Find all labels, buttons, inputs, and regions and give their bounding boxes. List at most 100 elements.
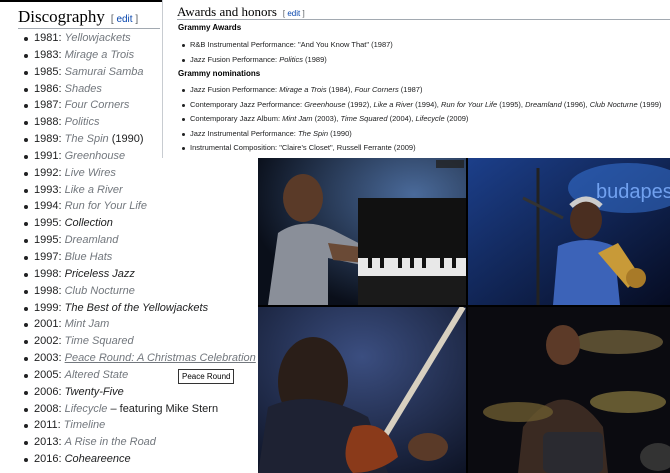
awards-edit-link[interactable]: edit xyxy=(287,9,300,18)
album-title-link[interactable]: The Best of the Yellowjackets xyxy=(65,302,209,314)
stage-sign: budapest j xyxy=(596,181,670,203)
album-note: (1990) xyxy=(108,133,144,146)
awards-underline xyxy=(177,19,670,20)
album-link[interactable]: Run for Your Life xyxy=(441,100,497,109)
award-text: (2009) xyxy=(444,114,469,124)
album-title-link[interactable]: Run for Your Life xyxy=(65,200,147,212)
album-title-link[interactable]: The Spin xyxy=(65,133,109,145)
award-text: Jazz Fusion Performance: xyxy=(190,85,280,94)
album-title-link[interactable]: Greenhouse xyxy=(65,150,126,162)
album-item: 1998: Priceless Jazz xyxy=(24,266,256,283)
album-title-link[interactable]: Mirage a Trois xyxy=(65,49,134,61)
award-text: (1992), xyxy=(345,99,374,109)
album-item: 2011: Timeline xyxy=(24,417,256,434)
album-title-link[interactable]: Samurai Samba xyxy=(65,66,144,78)
nomination-item: Instrumental Composition: "Claire's Clos… xyxy=(182,141,661,156)
album-title-link[interactable]: Lifecycle xyxy=(65,403,108,415)
award-text: R&B Instrumental Performance: "And You K… xyxy=(190,40,393,49)
album-link[interactable]: Like a River xyxy=(373,100,413,109)
nomination-item: Contemporary Jazz Performance: Greenhous… xyxy=(182,98,661,113)
album-title-link[interactable]: Mint Jam xyxy=(65,318,110,330)
grammy-awards-heading: Grammy Awards xyxy=(178,23,242,32)
album-title-link[interactable]: Altered State xyxy=(65,369,129,381)
discography-heading: Discography [ edit ] xyxy=(18,7,138,27)
album-link[interactable]: The Spin xyxy=(298,129,328,138)
award-item: Jazz Fusion Performance: Politics (1989) xyxy=(182,53,393,68)
award-text: (1999) xyxy=(637,99,662,109)
nomination-item: Jazz Instrumental Performance: The Spin … xyxy=(182,127,661,142)
link-tooltip: Peace Round xyxy=(178,369,235,384)
album-item: 2016: Coheareence xyxy=(24,451,256,468)
album-link[interactable]: Politics xyxy=(279,55,303,64)
album-title-link[interactable]: Shades xyxy=(65,83,102,95)
album-year: 1989 xyxy=(34,133,59,146)
awards-heading: Awards and honors [ edit ] xyxy=(177,4,305,20)
album-year: 2016 xyxy=(34,453,59,466)
album-link[interactable]: Mirage a Trois xyxy=(279,85,326,94)
award-text: (2003), xyxy=(312,114,341,124)
album-title-link[interactable]: Peace Round: A Christmas Celebration xyxy=(65,352,256,364)
album-link[interactable]: Time Squared xyxy=(340,114,387,123)
album-item: 2006: Twenty-Five xyxy=(24,384,256,401)
album-item: 1994: Run for Your Life xyxy=(24,198,256,215)
award-text: Contemporary Jazz Performance: xyxy=(190,99,305,109)
award-text: (1994), xyxy=(413,99,441,109)
album-year: 1983 xyxy=(34,48,59,61)
album-title-link[interactable]: Club Nocturne xyxy=(65,285,135,297)
album-title-link[interactable]: Like a River xyxy=(65,184,123,196)
album-title-link[interactable]: Live Wires xyxy=(65,167,116,179)
top-border xyxy=(0,0,163,2)
band-photo-collage: budapest j xyxy=(258,158,670,473)
album-title-link[interactable]: Collection xyxy=(65,217,113,229)
award-item: R&B Instrumental Performance: "And You K… xyxy=(182,38,393,53)
album-title-link[interactable]: A Rise in the Road xyxy=(65,436,156,448)
album-year: 1988 xyxy=(34,116,59,129)
grammy-awards-list: R&B Instrumental Performance: "And You K… xyxy=(182,38,393,67)
album-link[interactable]: Lifecycle xyxy=(415,114,444,123)
discography-edit-link[interactable]: edit xyxy=(116,14,132,25)
album-item: 1995: Collection xyxy=(24,215,256,232)
album-title-link[interactable]: Timeline xyxy=(64,419,105,431)
heading-underline xyxy=(18,28,160,29)
album-link[interactable]: Mint Jam xyxy=(282,114,312,123)
discography-title: Discography xyxy=(18,7,105,26)
album-link[interactable]: Dreamland xyxy=(525,100,562,109)
grammy-nominations-heading: Grammy nominations xyxy=(178,69,261,78)
album-link[interactable]: Club Nocturne xyxy=(590,100,638,109)
award-text: (1996), xyxy=(561,99,590,109)
album-item: 2013: A Rise in the Road xyxy=(24,434,256,451)
album-year: 2006 xyxy=(34,385,59,398)
album-title-link[interactable]: Politics xyxy=(65,116,100,128)
album-title-link[interactable]: Priceless Jazz xyxy=(65,268,135,280)
awards-edit: [ edit ] xyxy=(282,9,305,18)
award-text: (1987) xyxy=(398,85,423,94)
award-text: Contemporary Jazz Album: xyxy=(190,114,283,124)
album-year: 1994 xyxy=(34,200,59,213)
album-year: 2011 xyxy=(34,419,58,432)
album-year: 2013 xyxy=(34,436,59,449)
album-year: 2003 xyxy=(34,352,59,365)
award-text: (1995), xyxy=(497,99,526,109)
album-item: 1993: Like a River xyxy=(24,182,256,199)
album-link[interactable]: Greenhouse xyxy=(304,100,345,109)
album-year: 1993 xyxy=(34,183,59,196)
album-title-link[interactable]: Blue Hats xyxy=(65,251,113,263)
album-title-link[interactable]: Four Corners xyxy=(65,99,130,111)
nomination-item: Contemporary Jazz Album: Mint Jam (2003)… xyxy=(182,112,661,127)
album-title-link[interactable]: Yellowjackets xyxy=(65,32,131,44)
award-text: (1984), xyxy=(326,85,355,94)
album-year: 1998 xyxy=(34,284,59,297)
photo-keyboardist xyxy=(258,158,466,305)
album-item: 2001: Mint Jam xyxy=(24,316,256,333)
album-title-link[interactable]: Coheareence xyxy=(65,453,131,465)
album-item: 1998: Club Nocturne xyxy=(24,283,256,300)
album-year: 1981 xyxy=(34,32,59,44)
album-title-link[interactable]: Dreamland xyxy=(65,234,119,246)
album-item: 1997: Blue Hats xyxy=(24,249,256,266)
album-title-link[interactable]: Time Squared xyxy=(65,335,134,347)
album-title-link[interactable]: Twenty-Five xyxy=(65,386,124,398)
album-year: 1995 xyxy=(34,234,59,247)
album-link[interactable]: Four Corners xyxy=(355,85,399,94)
album-item: 2003: Peace Round: A Christmas Celebrati… xyxy=(24,350,256,367)
photo-bassist xyxy=(258,307,466,473)
